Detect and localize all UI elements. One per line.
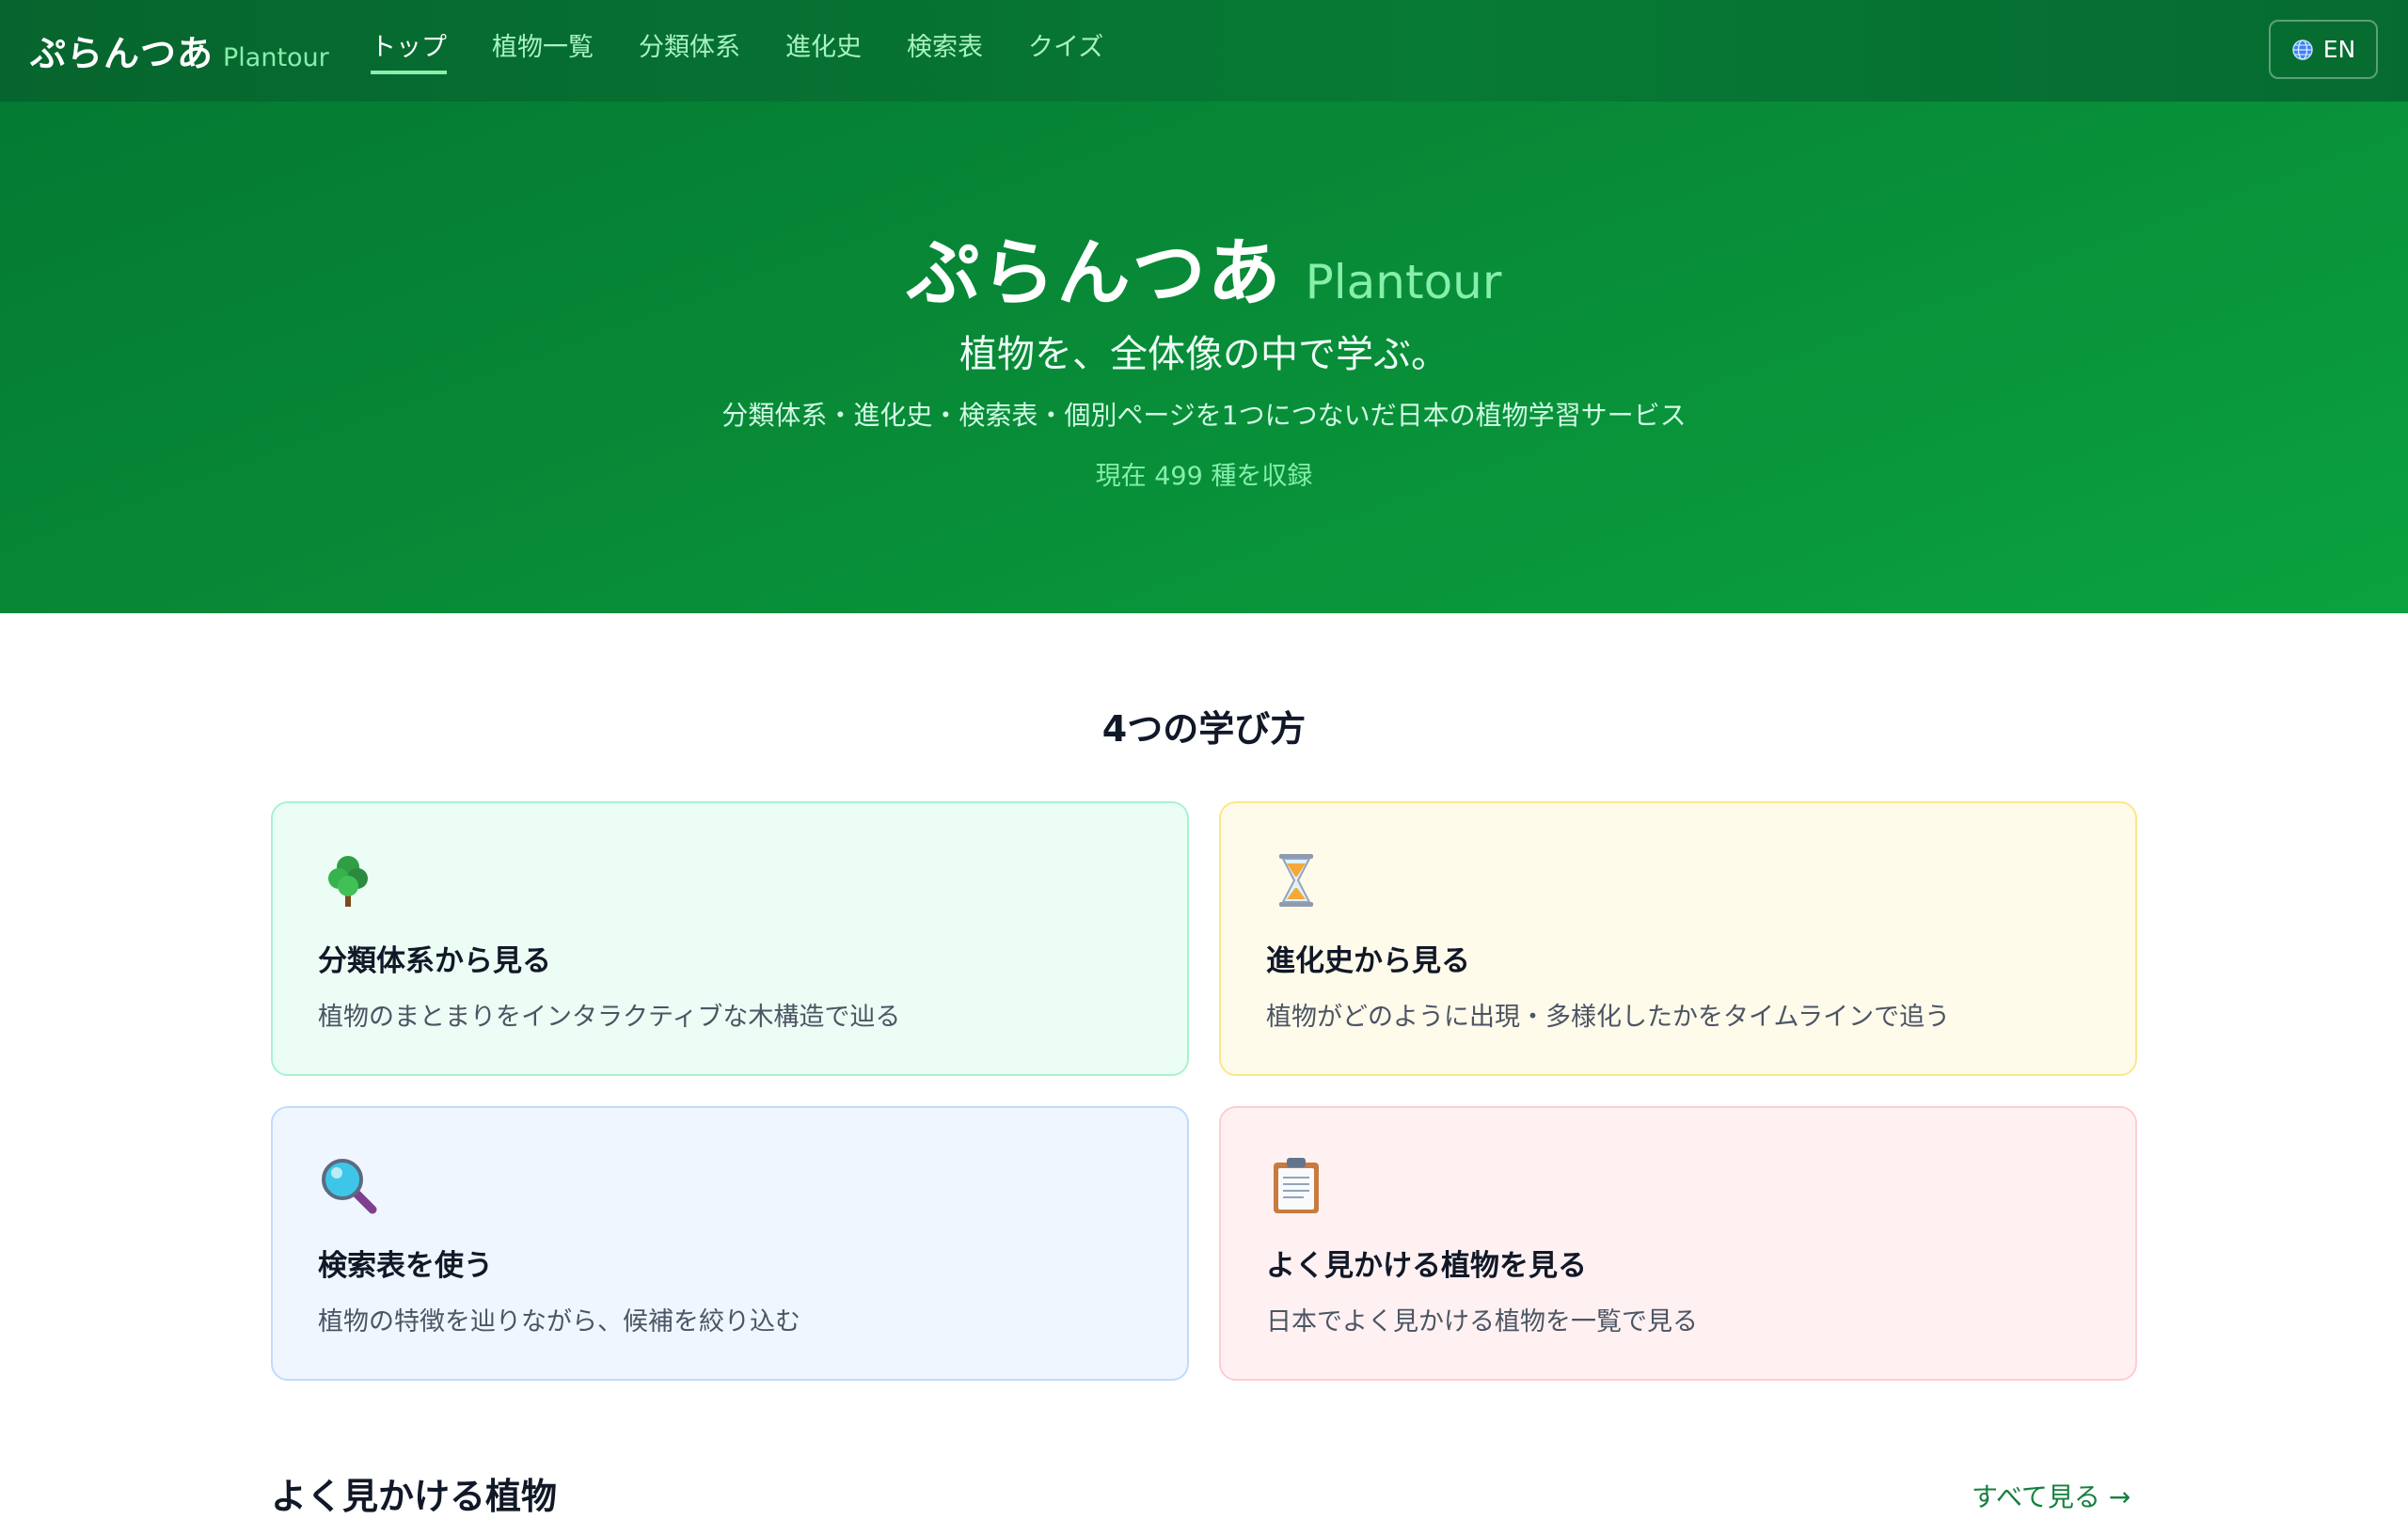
card-title: 検索表を使う: [318, 1249, 493, 1283]
globe-icon: [2292, 39, 2313, 60]
nav-item-top[interactable]: トップ: [371, 26, 447, 74]
card-title: 分類体系から見る: [318, 944, 551, 978]
card-description: 日本でよく見かける植物を一覧で見る: [1266, 1307, 1698, 1337]
brand-logo[interactable]: ぷらんつあ Plantour: [30, 24, 329, 76]
hero-title: ぷらんつあ Plantour: [0, 214, 2408, 320]
card-evolution[interactable]: 進化史から見る 植物がどのように出現・多様化したかをタイムラインで追う: [1219, 801, 2137, 1076]
brand-name-ja: ぷらんつあ: [30, 33, 214, 74]
card-taxonomy[interactable]: 分類体系から見る 植物のまとまりをインタラクティブな木構造で辿る: [271, 801, 1189, 1076]
section-title: 4つの学び方: [1101, 708, 1307, 750]
common-plants-heading: よく見かける植物: [271, 1476, 558, 1517]
nav-item-plant-list[interactable]: 植物一覧: [492, 26, 594, 74]
magnifier-icon: [322, 1159, 377, 1214]
card-description: 植物がどのように出現・多様化したかをタイムラインで追う: [1266, 1003, 1951, 1032]
hero-tagline: 植物を、全体像の中で学ぶ。: [959, 333, 1449, 376]
nav-item-evolution[interactable]: 進化史: [785, 26, 862, 74]
hourglass-icon: [1279, 854, 1313, 907]
hero-title-ja: ぷらんつあ: [906, 231, 1283, 316]
card-common-plants[interactable]: よく見かける植物を見る 日本でよく見かける植物を一覧で見る: [1219, 1106, 2137, 1381]
nav-item-taxonomy[interactable]: 分類体系: [639, 26, 740, 74]
language-toggle-label: EN: [2322, 36, 2356, 63]
nav-item-key[interactable]: 検索表: [907, 26, 983, 74]
clipboard-icon: [1274, 1158, 1319, 1213]
card-description: 植物のまとまりをインタラクティブな木構造で辿る: [318, 1003, 901, 1032]
tree-icon: [328, 856, 368, 907]
nav-item-quiz[interactable]: クイズ: [1028, 26, 1103, 74]
see-all-link[interactable]: すべて見る →: [1972, 1477, 2131, 1514]
hero-description: 分類体系・進化史・検索表・個別ページを1つにつないだ日本の植物学習サービス: [721, 400, 1687, 431]
species-count: 現在 499 種を収録: [1095, 462, 1313, 491]
card-title: よく見かける植物を見る: [1266, 1249, 1587, 1283]
card-title: 進化史から見る: [1266, 944, 1470, 978]
hero-banner: ぷらんつあ Plantour 植物を、全体像の中で学ぶ。 分類体系・進化史・検索…: [0, 102, 2408, 613]
brand-name-en: Plantour: [223, 43, 329, 72]
language-toggle-button[interactable]: EN: [2269, 20, 2378, 79]
hero-title-en: Plantour: [1305, 255, 1502, 309]
card-key[interactable]: 検索表を使う 植物の特徴を辿りながら、候補を絞り込む: [271, 1106, 1189, 1381]
main-nav: トップ 植物一覧 分類体系 進化史 検索表 クイズ: [371, 26, 1149, 74]
card-description: 植物の特徴を辿りながら、候補を絞り込む: [318, 1307, 800, 1337]
top-navigation-bar: ぷらんつあ Plantour トップ 植物一覧 分類体系 進化史 検索表 クイズ…: [0, 0, 2408, 102]
